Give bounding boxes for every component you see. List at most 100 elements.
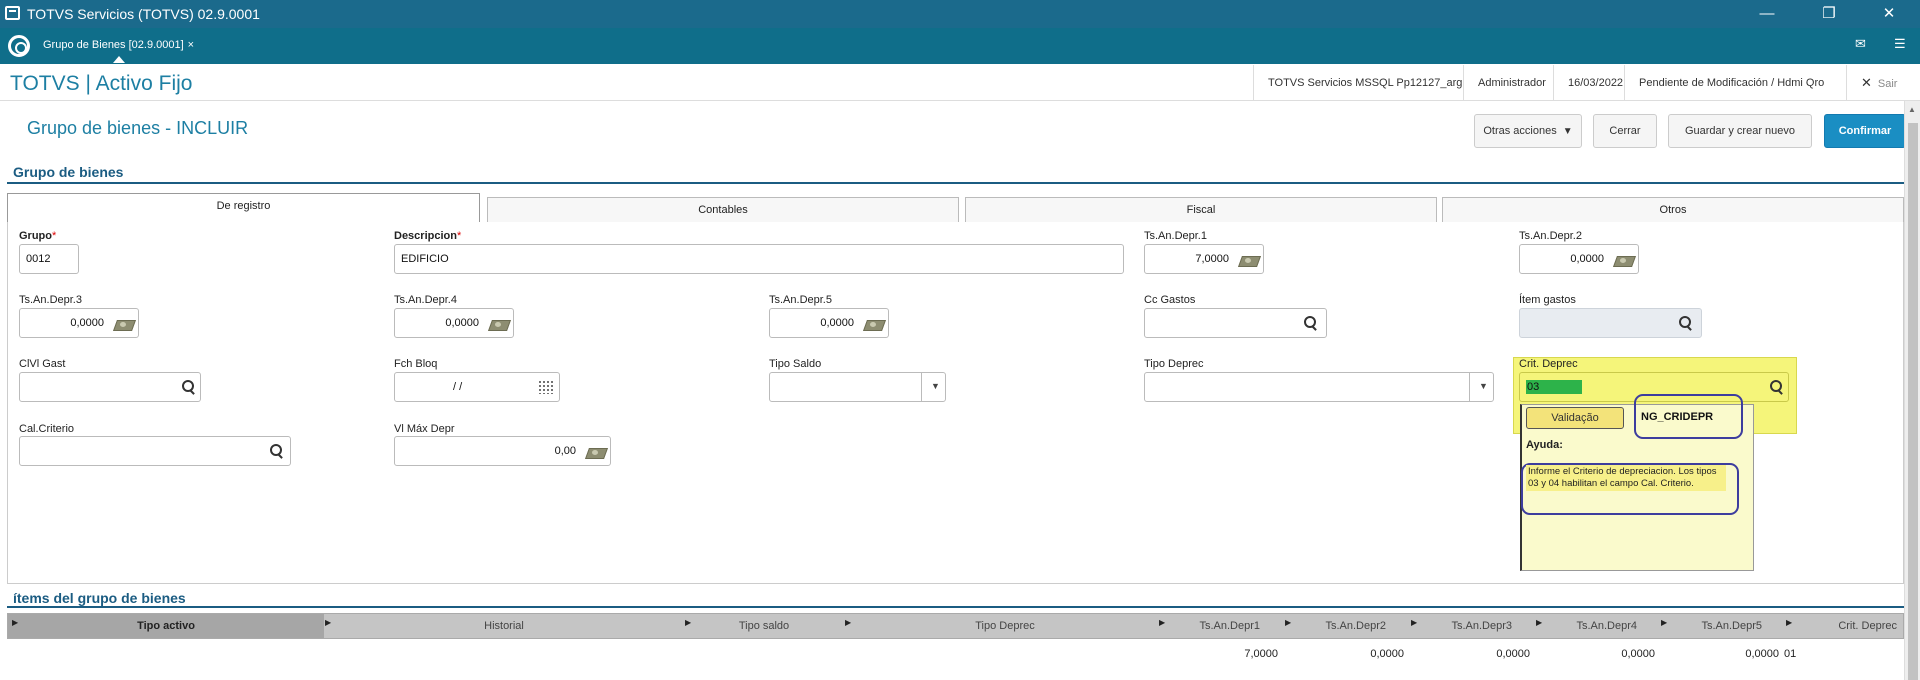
window-title-bar: TOTVS Servicios (TOTVS) 02.9.0001 — ❐ ✕ — [0, 0, 1920, 28]
column-sort-icon[interactable]: ▶ — [1786, 618, 1792, 627]
app-window-icon — [5, 6, 20, 20]
column-header-tipo-deprec[interactable]: Tipo Deprec — [844, 614, 1166, 638]
confirmar-button[interactable]: Confirmar — [1824, 114, 1906, 148]
window-title: TOTVS Servicios (TOTVS) 02.9.0001 — [27, 6, 260, 22]
column-sort-icon[interactable]: ▶ — [325, 618, 331, 627]
mail-icon[interactable]: ✉ — [1855, 36, 1866, 52]
close-window-button[interactable]: ✕ — [1866, 0, 1912, 28]
column-sort-icon[interactable]: ▶ — [1285, 618, 1291, 627]
cell-ts2: 0,0000 — [1370, 648, 1404, 660]
column-header-tipo-saldo[interactable]: Tipo saldo — [684, 614, 844, 638]
close-icon: ✕ — [1861, 75, 1872, 90]
cal-criterio-label: Cal.Criterio — [19, 423, 75, 435]
vl-max-depr-field[interactable]: 0,00 — [394, 436, 611, 466]
calendar-icon[interactable] — [538, 380, 554, 394]
help-text: Informe el Criterio de depreciacion. Los… — [1526, 465, 1726, 491]
menu-icon[interactable]: ☰ — [1894, 36, 1906, 52]
tab-label: Grupo de Bienes [02.9.0001] — [43, 39, 184, 51]
chevron-down-icon[interactable]: ▼ — [1479, 381, 1488, 391]
section-divider — [7, 182, 1904, 184]
currency-icon[interactable] — [1239, 254, 1259, 266]
item-gastos-field[interactable] — [1519, 308, 1702, 338]
items-section-title: ítems del grupo de bienes — [13, 590, 186, 606]
scrollbar-thumb[interactable] — [1908, 123, 1918, 680]
minimize-button[interactable]: — — [1744, 0, 1790, 28]
search-icon[interactable] — [180, 379, 196, 395]
fch-bloq-field[interactable]: / / — [394, 372, 560, 402]
crit-deprec-value: 03 — [1526, 380, 1582, 394]
cell-crit-deprec: 01 — [1784, 648, 1797, 660]
totvs-logo-icon[interactable] — [8, 35, 30, 57]
descripcion-label: Descripcion* — [394, 230, 462, 242]
ts2-label: Ts.An.Depr.2 — [1519, 230, 1582, 242]
grupo-field[interactable]: 0012 — [19, 244, 79, 274]
grupo-label: Grupo* — [19, 230, 57, 242]
currency-icon[interactable] — [489, 318, 509, 330]
tab-de-registro[interactable]: De registro — [7, 193, 480, 223]
column-header-tipo-activo[interactable]: Tipo activo — [8, 614, 324, 638]
cal-criterio-field[interactable] — [19, 436, 291, 466]
cell-ts4: 0,0000 — [1621, 648, 1655, 660]
cc-gastos-field[interactable] — [1144, 308, 1327, 338]
cerrar-button[interactable]: Cerrar — [1593, 114, 1657, 148]
select-divider — [921, 373, 922, 401]
fch-bloq-label: Fch Bloq — [394, 358, 438, 370]
column-sort-icon[interactable]: ▶ — [1536, 618, 1542, 627]
currency-icon[interactable] — [114, 318, 134, 330]
tab-fiscal[interactable]: Fiscal — [965, 197, 1437, 222]
module-brand: TOTVS | Activo Fijo — [10, 72, 193, 95]
cell-ts3: 0,0000 — [1496, 648, 1530, 660]
crit-deprec-label: Crit. Deprec — [1519, 358, 1578, 370]
tipo-saldo-label: Tipo Saldo — [769, 358, 822, 370]
restore-button[interactable]: ❐ — [1806, 0, 1852, 28]
validacao-button[interactable]: Validação — [1526, 407, 1624, 429]
column-sort-icon[interactable]: ▶ — [1159, 618, 1165, 627]
ts3-label: Ts.An.Depr.3 — [19, 294, 82, 306]
clvl-gast-field[interactable] — [19, 372, 201, 402]
otras-acciones-button[interactable]: Otras acciones ▼ — [1474, 114, 1582, 148]
chevron-down-icon[interactable]: ▼ — [931, 381, 940, 391]
help-title: Ayuda: — [1526, 439, 1563, 451]
page-title: Grupo de bienes - INCLUIR — [27, 118, 249, 138]
environment-info[interactable]: TOTVS Servicios MSSQL Pp12127_arg — [1253, 65, 1476, 101]
items-grid-header: Tipo activo Historial Tipo saldo Tipo De… — [7, 613, 1904, 639]
otras-acciones-label: Otras acciones — [1483, 125, 1557, 137]
currency-icon[interactable] — [1614, 254, 1634, 266]
module-header: TOTVS | Activo Fijo TOTVS Servicios MSSQ… — [0, 65, 1920, 101]
cc-gastos-label: Cc Gastos — [1144, 294, 1196, 306]
search-icon[interactable] — [1302, 315, 1318, 331]
tab-close-icon[interactable]: × — [188, 39, 194, 51]
currency-icon[interactable] — [586, 446, 606, 458]
column-sort-icon[interactable]: ▶ — [1661, 618, 1667, 627]
search-icon[interactable] — [268, 443, 284, 459]
clvl-gast-label: ClVl Gast — [19, 358, 66, 370]
vertical-scrollbar[interactable]: ▲ — [1904, 101, 1920, 680]
branch-info[interactable]: Pendiente de Modificación / Hdmi Qro — [1624, 65, 1838, 101]
search-icon[interactable] — [1677, 315, 1693, 331]
search-icon[interactable] — [1768, 379, 1784, 395]
user-info[interactable]: Administrador — [1463, 65, 1560, 101]
select-divider — [1469, 373, 1470, 401]
ts4-label: Ts.An.Depr.4 — [394, 294, 457, 306]
cell-ts5: 0,0000 — [1745, 648, 1779, 660]
tab-otros[interactable]: Otros — [1442, 197, 1904, 222]
vl-max-depr-label: Vl Máx Depr — [394, 423, 455, 435]
column-sort-icon[interactable]: ▶ — [845, 618, 851, 627]
tab-contables[interactable]: Contables — [487, 197, 959, 222]
column-sort-icon[interactable]: ▶ — [12, 618, 18, 627]
currency-icon[interactable] — [864, 318, 884, 330]
column-sort-icon[interactable]: ▶ — [1411, 618, 1417, 627]
active-tab-caret — [113, 56, 125, 63]
tipo-deprec-select[interactable] — [1144, 372, 1494, 402]
tipo-saldo-select[interactable] — [769, 372, 946, 402]
exit-button[interactable]: ✕ Sair — [1846, 65, 1911, 101]
guardar-crear-nuevo-button[interactable]: Guardar y crear nuevo — [1668, 114, 1812, 148]
column-sort-icon[interactable]: ▶ — [685, 618, 691, 627]
descripcion-field[interactable]: EDIFICIO — [394, 244, 1124, 274]
column-header-historial[interactable]: Historial — [324, 614, 684, 638]
column-header-ts1[interactable]: Ts.An.Depr1 — [1166, 614, 1266, 638]
cell-ts1: 7,0000 — [1244, 648, 1278, 660]
scroll-up-icon[interactable]: ▲ — [1908, 105, 1916, 114]
chevron-down-icon: ▼ — [1562, 126, 1573, 137]
item-gastos-label: Ítem gastos — [1519, 294, 1576, 306]
